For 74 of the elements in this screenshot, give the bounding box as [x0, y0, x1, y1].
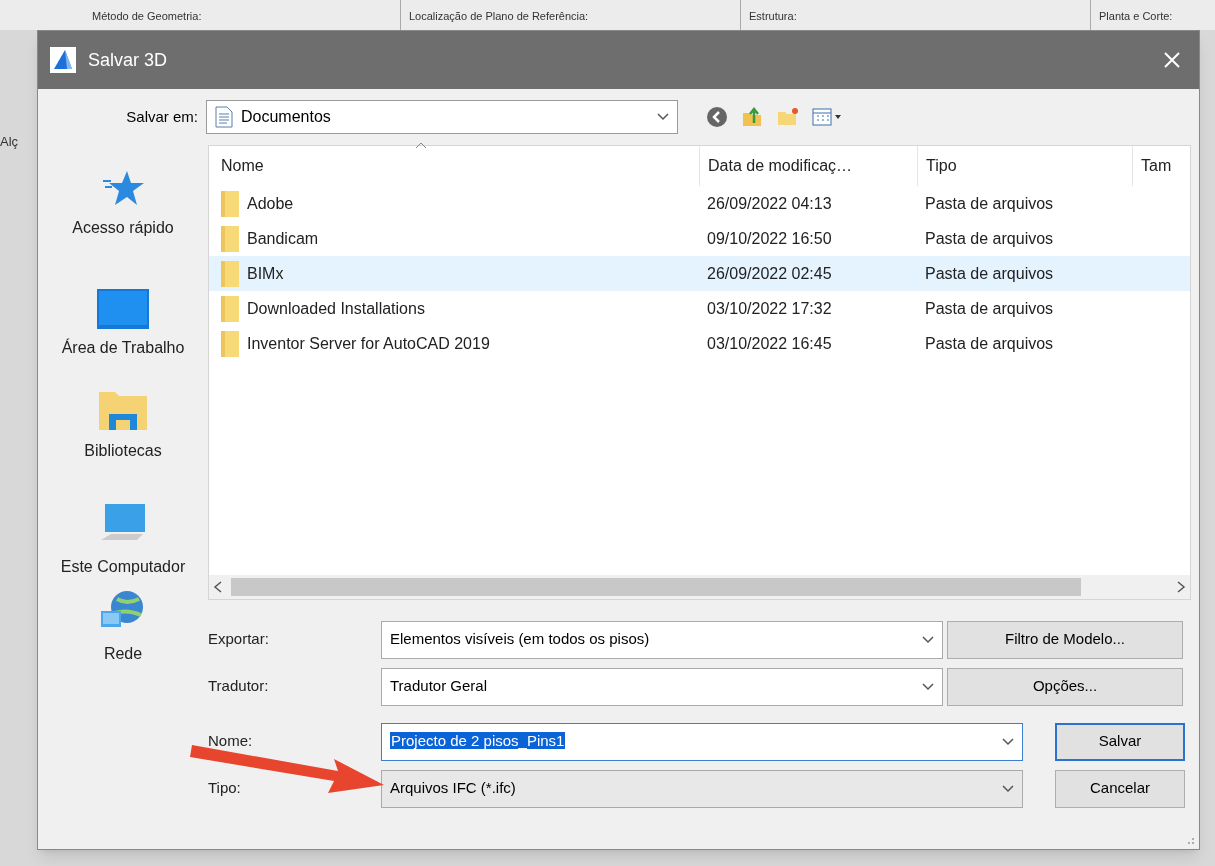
file-type: Pasta de arquivos — [925, 194, 1054, 212]
library-folder-icon — [97, 389, 149, 432]
document-icon — [215, 106, 233, 128]
file-row[interactable]: Adobe 26/09/2022 04:13 Pasta de arquivos — [209, 186, 1190, 221]
field-label: Localização de Plano de Referência: — [409, 10, 589, 22]
file-name: Downloaded Installations — [247, 298, 425, 319]
file-type: Pasta de arquivos — [925, 334, 1054, 352]
chevron-down-icon — [922, 635, 934, 644]
column-header[interactable]: Tipo — [926, 154, 957, 178]
dropdown-field[interactable]: Elementos visíveis (em todos os pisos) — [381, 620, 943, 659]
place-link[interactable]: Bibliotecas — [58, 439, 188, 463]
file-type: Pasta de arquivos — [925, 229, 1054, 247]
chevron-down-icon — [922, 682, 934, 691]
save-in-dropdown[interactable]: Documentos — [206, 100, 678, 134]
file-type: Pasta de arquivos — [925, 299, 1054, 317]
monitor-icon — [97, 289, 149, 330]
folder-icon — [221, 330, 239, 357]
view-menu-icon[interactable] — [812, 107, 844, 127]
column-header[interactable]: Data de modificaç… — [708, 154, 853, 178]
scrollbar-thumb[interactable] — [231, 578, 1081, 596]
place-link[interactable]: Rede — [58, 642, 188, 665]
window-title: Salvar 3D — [88, 48, 169, 72]
up-folder-icon[interactable] — [740, 105, 764, 129]
horizontal-scrollbar[interactable] — [209, 575, 1190, 599]
background-label: Alç — [0, 133, 19, 151]
file-name: Inventor Server for AutoCAD 2019 — [247, 333, 490, 354]
folder-icon — [221, 260, 239, 287]
column-header[interactable]: Tam — [1141, 154, 1172, 178]
chevron-down-icon — [1002, 737, 1014, 746]
field-label: Estrutura: — [749, 10, 797, 22]
field-label: Tradutor: — [208, 676, 270, 697]
chevron-down-icon — [657, 113, 669, 121]
folder-icon — [221, 225, 239, 252]
file-date: 09/10/2022 16:50 — [707, 229, 832, 247]
file-date: 03/10/2022 16:45 — [707, 334, 832, 352]
dropdown-field[interactable]: Arquivos IFC (*.ifc) — [381, 769, 1023, 808]
field-label: Exportar: — [208, 629, 270, 650]
back-icon[interactable] — [706, 106, 728, 128]
dialog-button[interactable]: Cancelar — [1055, 769, 1185, 808]
sort-ascending-icon — [415, 142, 427, 149]
close-icon — [1163, 51, 1181, 69]
file-name: BIMx — [247, 263, 284, 284]
scroll-left-icon[interactable] — [213, 581, 223, 593]
name-input-field[interactable]: Projecto de 2 pisos_Pins1 — [381, 722, 1023, 761]
file-date: 26/09/2022 02:45 — [707, 264, 832, 282]
file-row[interactable]: Inventor Server for AutoCAD 2019 03/10/2022 16:45 Pasta de arquivos — [209, 326, 1190, 361]
file-row[interactable]: Downloaded Installations 03/10/2022 17:32 Pasta de arquivos — [209, 291, 1190, 326]
scroll-right-icon[interactable] — [1176, 581, 1186, 593]
dropdown-field[interactable]: Tradutor Geral — [381, 667, 943, 706]
field-label: Método de Geometria: — [92, 10, 202, 22]
app-logo-icon — [50, 47, 76, 73]
save-in-label: Salvar em: — [125, 106, 199, 127]
file-row[interactable]: BIMx 26/09/2022 02:45 Pasta de arquivos — [209, 256, 1190, 291]
field-label: Tipo: — [208, 778, 242, 799]
folder-icon — [221, 295, 239, 322]
place-link[interactable]: Área de Trabalho — [58, 337, 188, 360]
folder-icon — [221, 190, 239, 217]
dialog-button[interactable]: Opções... — [947, 667, 1183, 706]
dialog-button[interactable]: Filtro de Modelo... — [947, 620, 1183, 659]
file-name: Adobe — [247, 193, 294, 214]
file-date: 03/10/2022 17:32 — [707, 299, 832, 317]
file-date: 26/09/2022 04:13 — [707, 194, 832, 212]
file-name: Bandicam — [247, 228, 319, 249]
new-folder-icon[interactable] — [776, 106, 800, 128]
file-row[interactable]: Bandicam 09/10/2022 16:50 Pasta de arquivos — [209, 221, 1190, 256]
column-header[interactable]: Nome — [221, 154, 264, 178]
chevron-down-icon — [1002, 784, 1014, 793]
resize-grip-icon — [1185, 835, 1195, 845]
file-type: Pasta de arquivos — [925, 264, 1054, 282]
field-label: Planta e Corte: — [1099, 10, 1173, 22]
dialog-button[interactable]: Salvar — [1055, 722, 1185, 761]
field-label: Nome: — [208, 731, 254, 752]
place-link[interactable]: Este Computador — [58, 556, 188, 579]
place-link[interactable]: Acesso rápido — [58, 217, 188, 240]
